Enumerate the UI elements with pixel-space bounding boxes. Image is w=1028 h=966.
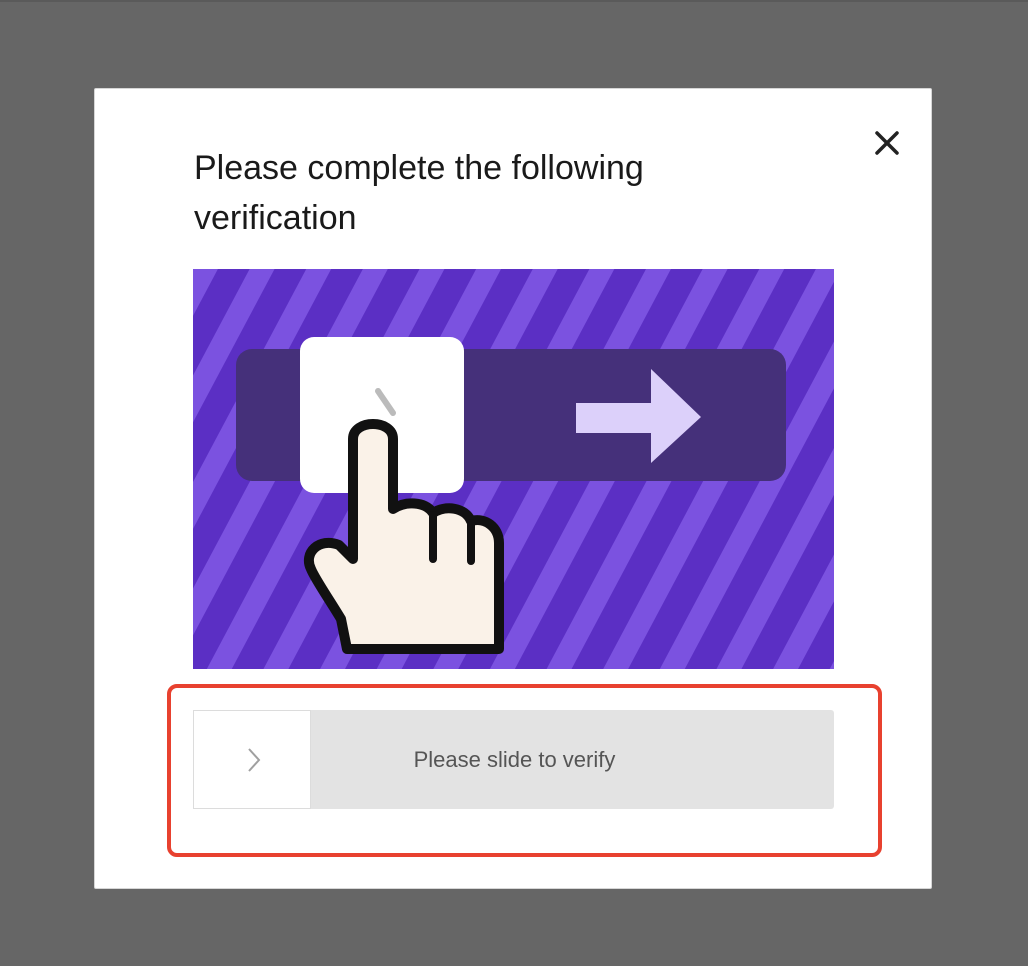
slide-verify-track[interactable]: Please slide to verify xyxy=(193,710,834,809)
dialog-title: Please complete the following verificati… xyxy=(194,149,644,237)
close-button[interactable] xyxy=(867,123,907,163)
slide-to-verify-illustration xyxy=(193,269,834,669)
slide-verify-label: Please slide to verify xyxy=(413,747,616,772)
close-icon xyxy=(875,131,899,155)
slide-verify-handle[interactable] xyxy=(193,710,311,809)
verification-dialog: Please complete the following verificati… xyxy=(94,88,932,889)
chevron-right-icon xyxy=(248,748,261,772)
